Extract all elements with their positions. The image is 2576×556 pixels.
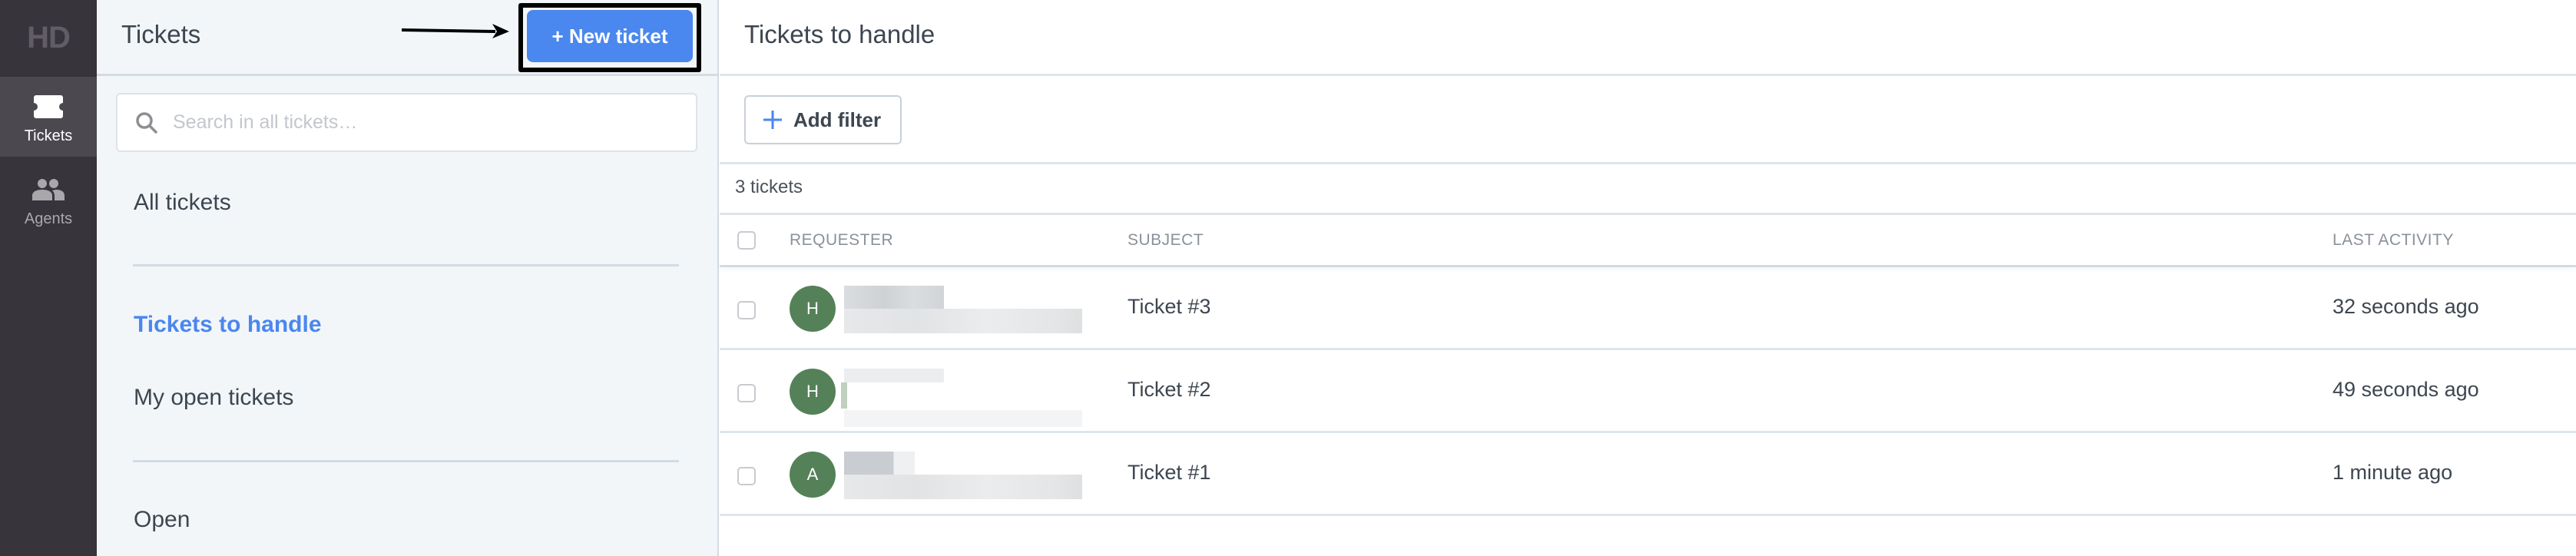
main-content: Tickets to handle Add filter 3 tickets R…	[720, 0, 2576, 556]
agents-icon	[32, 177, 65, 203]
new-ticket-button[interactable]: + New ticket	[527, 10, 693, 62]
main-header: Tickets to handle	[720, 0, 2576, 76]
page-title: Tickets to handle	[744, 20, 935, 48]
column-header-last-activity[interactable]: LAST ACTIVITY	[2333, 231, 2454, 250]
ticket-count: 3 tickets	[735, 177, 803, 197]
avatar: A	[790, 452, 836, 498]
add-filter-button[interactable]: Add filter	[744, 95, 902, 144]
panel-link-open[interactable]: Open	[134, 507, 190, 533]
redacted-requester-detail	[841, 382, 847, 409]
panel-divider	[133, 264, 679, 266]
nav-item-label: Agents	[24, 210, 73, 227]
panel-link-all-tickets[interactable]: All tickets	[134, 190, 231, 216]
plus-icon	[763, 111, 782, 129]
redacted-requester-email	[844, 309, 1082, 333]
avatar: H	[790, 286, 836, 332]
row-checkbox[interactable]	[737, 301, 756, 319]
last-activity: 1 minute ago	[2333, 461, 2453, 484]
panel-link-tickets-to-handle[interactable]: Tickets to handle	[134, 312, 322, 338]
annotation-arrow-icon	[402, 24, 509, 38]
row-checkbox[interactable]	[737, 384, 756, 402]
table-row[interactable]: A Ticket #1 1 minute ago	[720, 433, 2576, 516]
search-box[interactable]	[116, 93, 697, 152]
table-row[interactable]: H Ticket #2 49 seconds ago	[720, 350, 2576, 433]
redacted-requester-email	[844, 475, 1082, 499]
redacted-requester-name	[844, 452, 915, 475]
avatar: H	[790, 369, 836, 415]
table-row[interactable]: H Ticket #3 32 seconds ago	[720, 267, 2576, 350]
ticket-subject[interactable]: Ticket #2	[1127, 378, 1211, 402]
panel-divider	[133, 460, 679, 462]
last-activity: 49 seconds ago	[2333, 378, 2479, 401]
search-icon	[136, 111, 157, 134]
ticket-subject[interactable]: Ticket #1	[1127, 461, 1211, 485]
column-header-subject[interactable]: SUBJECT	[1127, 231, 1204, 250]
nav-sidebar: HD Tickets Agents	[0, 0, 97, 556]
nav-item-agents[interactable]: Agents	[0, 160, 97, 237]
add-filter-label: Add filter	[793, 108, 882, 131]
ticket-subject[interactable]: Ticket #3	[1127, 295, 1211, 319]
panel-link-my-open-tickets[interactable]: My open tickets	[134, 385, 293, 411]
redacted-requester-name	[844, 286, 944, 309]
ticket-icon	[34, 94, 63, 120]
tickets-panel: Tickets + New ticket All tickets Tickets…	[97, 0, 719, 556]
redacted-requester-name	[844, 369, 944, 382]
row-checkbox[interactable]	[737, 467, 756, 485]
panel-title: Tickets	[121, 20, 201, 48]
table-header: REQUESTER SUBJECT LAST ACTIVITY	[720, 213, 2576, 267]
panel-header: Tickets + New ticket	[97, 0, 717, 76]
nav-item-tickets[interactable]: Tickets	[0, 77, 97, 157]
redacted-requester-email	[844, 410, 1082, 427]
filter-bar: Add filter	[720, 76, 2576, 164]
last-activity: 32 seconds ago	[2333, 295, 2479, 318]
column-header-requester[interactable]: REQUESTER	[790, 231, 893, 250]
app-logo[interactable]: HD	[0, 0, 97, 76]
nav-item-label: Tickets	[24, 127, 73, 144]
select-all-checkbox[interactable]	[737, 231, 756, 250]
search-input[interactable]	[173, 111, 672, 134]
